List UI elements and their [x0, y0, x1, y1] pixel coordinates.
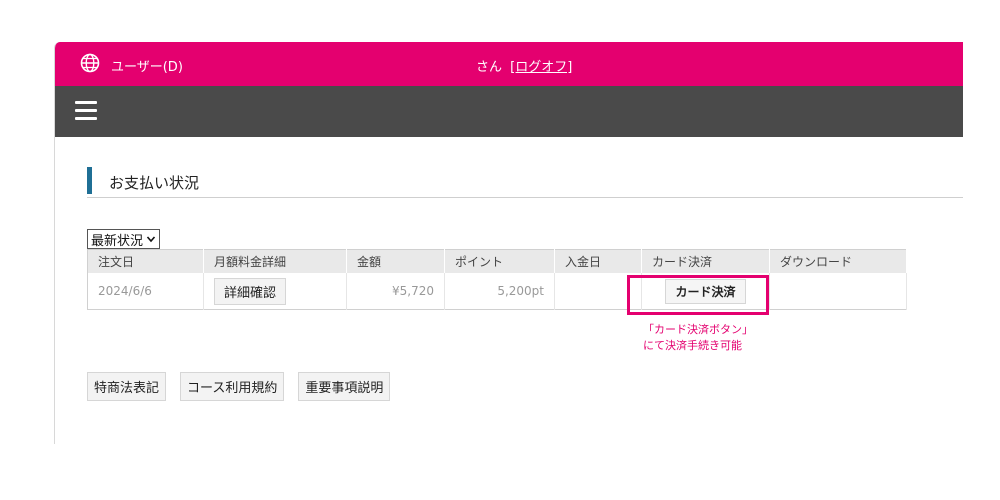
- page-title: お支払い状況: [109, 174, 200, 192]
- footer-links: 特商法表記 コース利用規約 重要事項説明: [87, 372, 391, 401]
- col-points: ポイント: [444, 249, 555, 273]
- course-terms-button[interactable]: コース利用規約: [180, 372, 285, 401]
- menu-bar: [55, 86, 963, 137]
- status-filter-value: 最新状況: [91, 233, 144, 249]
- user-label: ユーザー(D): [111, 60, 183, 75]
- col-download: ダウンロード: [769, 249, 907, 273]
- app-frame: ユーザー(D) さん [ログオフ] お支払い状況 最新状況 注文日 月額料金詳細…: [54, 42, 963, 444]
- card-payment-note: 「カード決済ボタン」 にて決済手続き可能: [643, 322, 753, 354]
- greeting-text: さん: [476, 60, 503, 75]
- section-accent-bar: [87, 167, 92, 194]
- points-cell: 5,200pt: [444, 273, 555, 310]
- user-greeting: さん [ログオフ]: [476, 56, 572, 75]
- col-payment-date: 入金日: [554, 249, 642, 273]
- table-row: 2024/6/6 詳細確認 ¥5,720 5,200pt カード決済: [87, 273, 907, 310]
- card-payment-cell: カード決済: [641, 273, 770, 310]
- payment-date-cell: [554, 273, 642, 310]
- chevron-down-icon: [146, 236, 156, 243]
- important-info-button[interactable]: 重要事項説明: [298, 372, 391, 401]
- col-card-payment: カード決済: [641, 249, 770, 273]
- card-payment-button[interactable]: カード決済: [665, 278, 746, 304]
- legal-notice-button[interactable]: 特商法表記: [87, 372, 167, 401]
- table-header-row: 注文日 月額料金詳細 金額 ポイント 入金日 カード決済 ダウンロード: [87, 249, 907, 273]
- section-header: お支払い状況: [87, 167, 963, 198]
- payment-table: 注文日 月額料金詳細 金額 ポイント 入金日 カード決済 ダウンロード 2024…: [87, 249, 907, 310]
- order-date-cell: 2024/6/6: [87, 273, 204, 310]
- col-order-date: 注文日: [87, 249, 204, 273]
- col-amount: 金額: [346, 249, 445, 273]
- note-line-1: 「カード決済ボタン」: [643, 323, 753, 336]
- hamburger-icon[interactable]: [75, 101, 97, 120]
- top-bar: ユーザー(D) さん [ログオフ]: [55, 42, 963, 86]
- globe-icon: [80, 53, 100, 73]
- amount-cell: ¥5,720: [346, 273, 445, 310]
- status-filter-select[interactable]: 最新状況: [87, 229, 161, 249]
- logout-link[interactable]: [ログオフ]: [510, 60, 572, 75]
- detail-button[interactable]: 詳細確認: [214, 277, 287, 305]
- detail-cell: 詳細確認: [203, 273, 347, 310]
- col-monthly-detail: 月額料金詳細: [203, 249, 347, 273]
- note-line-2: にて決済手続き可能: [643, 339, 742, 352]
- download-cell: [769, 273, 907, 310]
